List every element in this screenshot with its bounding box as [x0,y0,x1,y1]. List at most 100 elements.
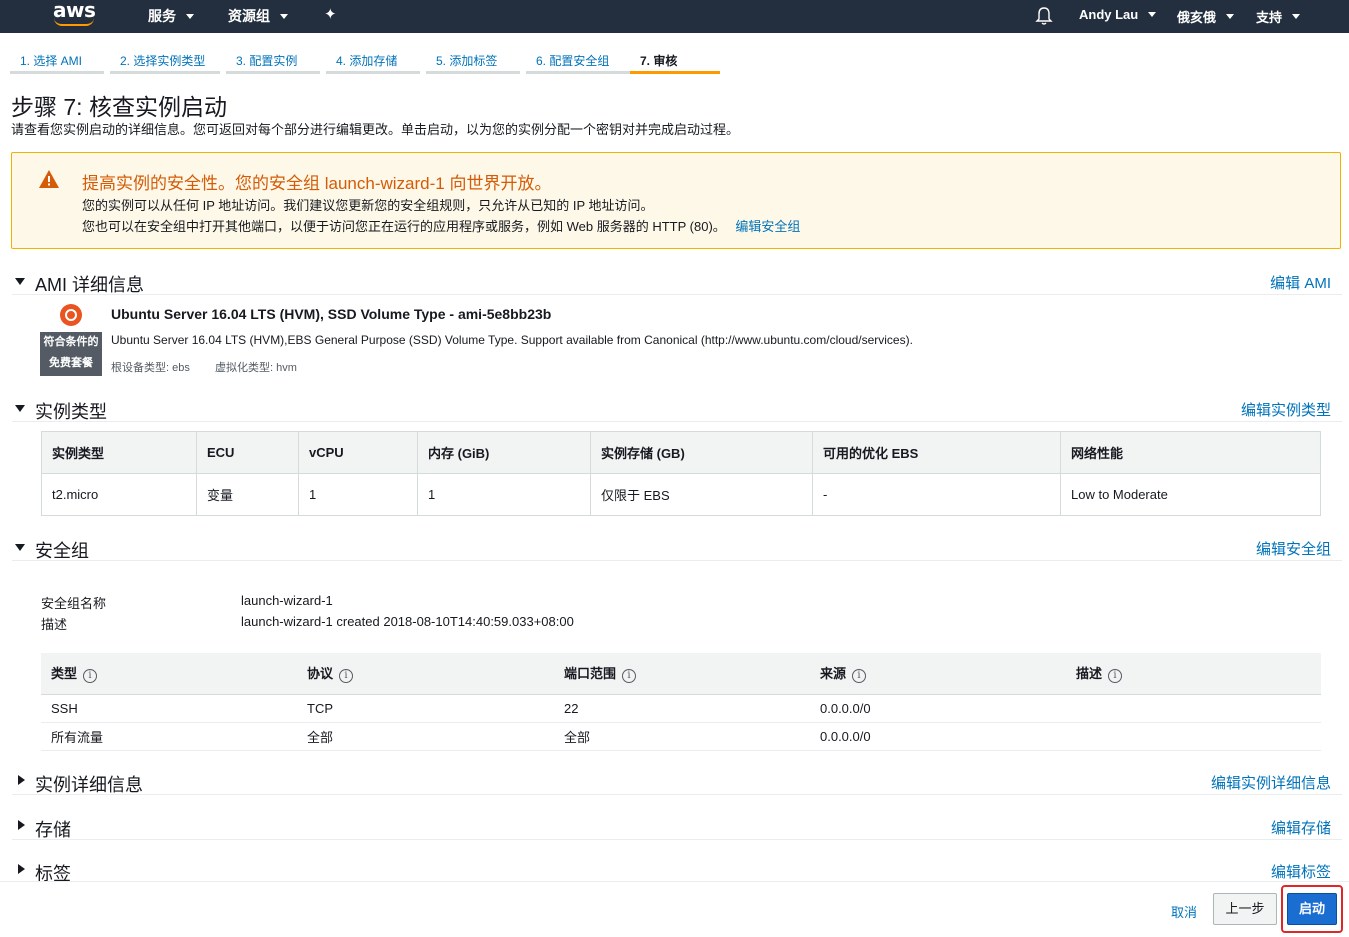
caret-right-icon [18,864,25,874]
security-rules-table: 类型 i 协议 i 端口范围 i 来源 i 描述 i SSH TCP 22 0.0.0.0… [41,653,1321,751]
instance-type-header[interactable]: 实例类型 编辑实例类型 [12,396,1342,422]
support-label: 支持 [1256,10,1283,25]
sg-desc-label: 描述 [41,617,68,632]
info-icon[interactable]: i [852,669,867,684]
support-menu[interactable]: 支持 [1256,7,1301,26]
chevron-down-icon [1292,14,1301,19]
edit-tags-link[interactable]: 编辑标签 [1271,861,1331,882]
sg-name-label: 安全组名称 [41,596,107,611]
ami-details-header[interactable]: AMI 详细信息 编辑 AMI [12,269,1342,295]
footer-divider [0,881,1349,882]
security-group-header[interactable]: 安全组 编辑安全组 [12,535,1342,561]
storage-header[interactable]: 存储 编辑存储 [12,814,1342,840]
user-name: Andy Lau [1079,7,1139,22]
column-header-label: 类型 [51,666,78,682]
column-header: 网络性能 [1060,431,1321,474]
table-cell: 22 [554,694,810,723]
step-configure-instance[interactable]: 3. 配置实例 [226,44,320,74]
table-cell: t2.micro [41,473,197,516]
table-row: SSH TCP 22 0.0.0.0/0 [41,694,1321,723]
region-name: 俄亥俄 [1177,10,1217,25]
column-header-label: 协议 [307,666,334,682]
table-cell: SSH [41,694,297,723]
edit-instance-details-link[interactable]: 编辑实例详细信息 [1211,772,1331,793]
table-cell [1066,722,1321,751]
table-cell: 变量 [196,473,299,516]
table-cell: 1 [298,473,418,516]
table-header-row: 实例类型 ECU vCPU 内存 (GiB) 实例存储 (GB) 可用的优化 E… [41,431,1321,474]
aws-logo-smile [54,18,94,26]
step-configure-security-group[interactable]: 6. 配置安全组 [526,44,630,74]
page-title: 步骤 7: 核查实例启动 [11,94,227,120]
edit-security-group-link[interactable]: 编辑安全组 [735,219,800,234]
services-label: 服务 [148,8,176,24]
table-cell: Low to Moderate [1060,473,1321,516]
edit-ami-link[interactable]: 编辑 AMI [1270,272,1331,293]
table-cell: 全部 [554,722,810,751]
step-choose-instance-type[interactable]: 2. 选择实例类型 [110,44,220,74]
chevron-down-icon [186,13,194,19]
table-row: 所有流量 全部 全部 0.0.0.0/0 [41,722,1321,751]
ami-details-title: AMI 详细信息 [35,275,145,295]
step-add-tags[interactable]: 5. 添加标签 [426,44,520,74]
table-cell: 全部 [297,722,554,751]
caret-down-icon [15,405,25,412]
info-icon[interactable]: i [83,669,98,684]
ami-description: Ubuntu Server 16.04 LTS (HVM),EBS Genera… [111,333,913,347]
chevron-down-icon [1148,12,1157,17]
ami-virtualization: 虚拟化类型: hvm [215,362,297,374]
column-header: 内存 (GiB) [417,431,591,474]
edit-instance-type-link[interactable]: 编辑实例类型 [1241,399,1331,420]
launch-button[interactable]: 启动 [1287,893,1337,925]
ami-name: Ubuntu Server 16.04 LTS (HVM), SSD Volum… [111,306,552,322]
table-cell [1066,694,1321,723]
resource-groups-menu[interactable]: 资源组 [228,6,288,26]
instance-details-header[interactable]: 实例详细信息 编辑实例详细信息 [12,769,1342,795]
table-cell: TCP [297,694,554,723]
page-subtitle: 请查看您实例启动的详细信息。您可返回对每个部分进行编辑更改。单击启动，以为您的实… [11,122,740,137]
bell-icon[interactable] [1035,6,1053,26]
warning-line-1: 您的实例可以从任何 IP 地址访问。我们建议您更新您的安全组规则，只允许从已知的… [82,198,654,213]
caret-down-icon [15,278,25,285]
edit-storage-link[interactable]: 编辑存储 [1271,817,1331,838]
previous-button[interactable]: 上一步 [1213,893,1277,925]
column-header: 可用的优化 EBS [812,431,1061,474]
column-header: 协议 i [297,653,554,695]
info-icon[interactable]: i [1108,669,1123,684]
column-header-label: 端口范围 [564,666,617,682]
column-header: vCPU [298,431,418,474]
free-tier-line-2: 免费套餐 [49,357,93,369]
info-icon[interactable]: i [339,669,354,684]
warning-line-2: 您也可以在安全组中打开其他端口，以便于访问您正在运行的应用程序或服务，例如 We… [82,216,800,235]
column-header: ECU [196,431,299,474]
step-add-storage[interactable]: 4. 添加存储 [326,44,420,74]
services-menu[interactable]: 服务 [148,6,194,26]
region-menu[interactable]: 俄亥俄 [1177,7,1235,26]
user-menu[interactable]: Andy Lau [1079,7,1157,22]
step-choose-ami[interactable]: 1. 选择 AMI [10,44,104,74]
sg-desc-value: launch-wizard-1 created 2018-08-10T14:40… [241,614,574,629]
launch-highlight: 启动 [1281,885,1343,933]
security-group-title: 安全组 [35,541,89,561]
instance-type-title: 实例类型 [35,402,107,422]
warning-title: 提高实例的安全性。您的安全组 launch-wizard-1 向世界开放。 [82,174,552,193]
column-header: 实例存储 (GB) [590,431,813,474]
column-header-label: 描述 [1076,666,1103,682]
top-nav-bar: aws 服务 资源组 ✦ Andy Lau 俄亥俄 支持 [0,0,1349,33]
column-header-label: 来源 [820,666,847,682]
edit-security-group-section-link[interactable]: 编辑安全组 [1256,538,1331,559]
column-header: 实例类型 [41,431,197,474]
table-cell: 1 [417,473,591,516]
caret-right-icon [18,820,25,830]
table-cell: 所有流量 [41,722,297,751]
chevron-down-icon [1226,14,1235,19]
table-cell: 0.0.0.0/0 [810,722,1066,751]
pin-icon[interactable]: ✦ [324,5,337,23]
step-review: 7. 审核 [630,44,720,74]
table-cell: 仅限于 EBS [590,473,813,516]
info-icon[interactable]: i [622,669,637,684]
storage-title: 存储 [35,820,71,840]
free-tier-badge: 符合条件的 免费套餐 [40,332,102,376]
cancel-button[interactable]: 取消 [1171,902,1197,921]
free-tier-line-1: 符合条件的 [43,336,99,348]
